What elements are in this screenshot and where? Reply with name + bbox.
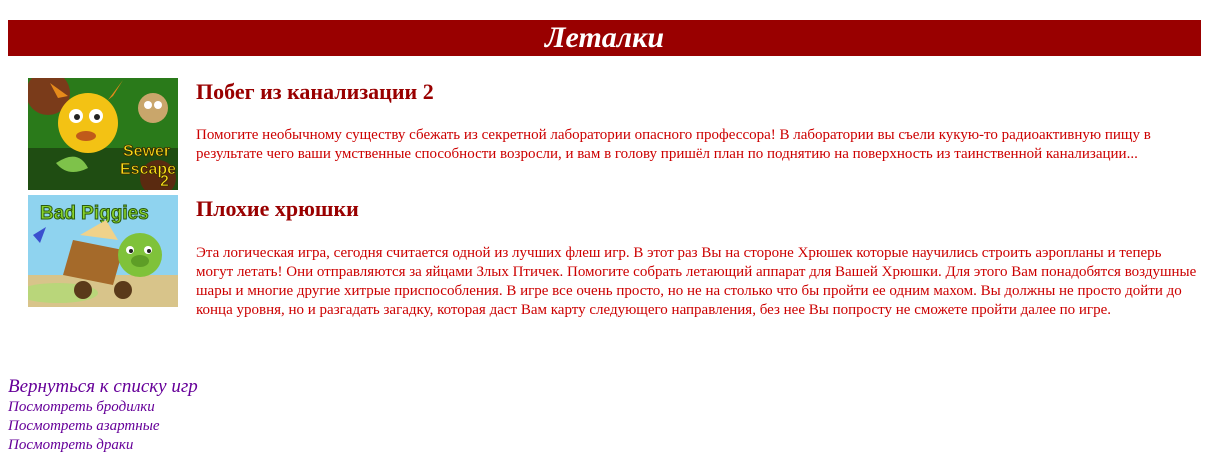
view-fighting-link[interactable]: Посмотреть драки [8,436,198,455]
svg-text:2: 2 [160,173,169,190]
game-item-bad-piggies: Bad Piggies Плохие хрюшки Эта логическая… [8,195,1201,320]
game-item-sewer-escape: Sewer Escape 2 Побег из канализации 2 По… [8,78,1201,195]
view-gambling-link[interactable]: Посмотреть азартные [8,417,198,436]
page-title: Леталки [544,21,665,54]
svg-text:Bad Piggies: Bad Piggies [40,203,149,224]
game-title[interactable]: Плохие хрюшки [8,195,1201,222]
page-header: Леталки [8,20,1201,56]
svg-text:Sewer: Sewer [123,143,170,160]
game-title[interactable]: Побег из канализации 2 [8,78,1201,105]
bad-piggies-thumbnail-image: Bad Piggies [28,195,178,307]
game-thumbnail[interactable]: Bad Piggies [28,195,178,307]
view-adventures-link[interactable]: Посмотреть бродилки [8,398,198,417]
back-to-games-link[interactable]: Вернуться к списку игр [8,376,198,398]
game-thumbnail[interactable]: Sewer Escape 2 [28,78,178,190]
game-description: Помогите необычному существу сбежать из … [196,127,1151,162]
navigation-links: Вернуться к списку игр Посмотреть бродил… [8,376,198,455]
games-list: Sewer Escape 2 Побег из канализации 2 По… [8,78,1201,320]
sewer-escape-thumbnail-image: Sewer Escape 2 [28,78,178,190]
game-description: Эта логическая игра, сегодня считается о… [196,245,1197,318]
